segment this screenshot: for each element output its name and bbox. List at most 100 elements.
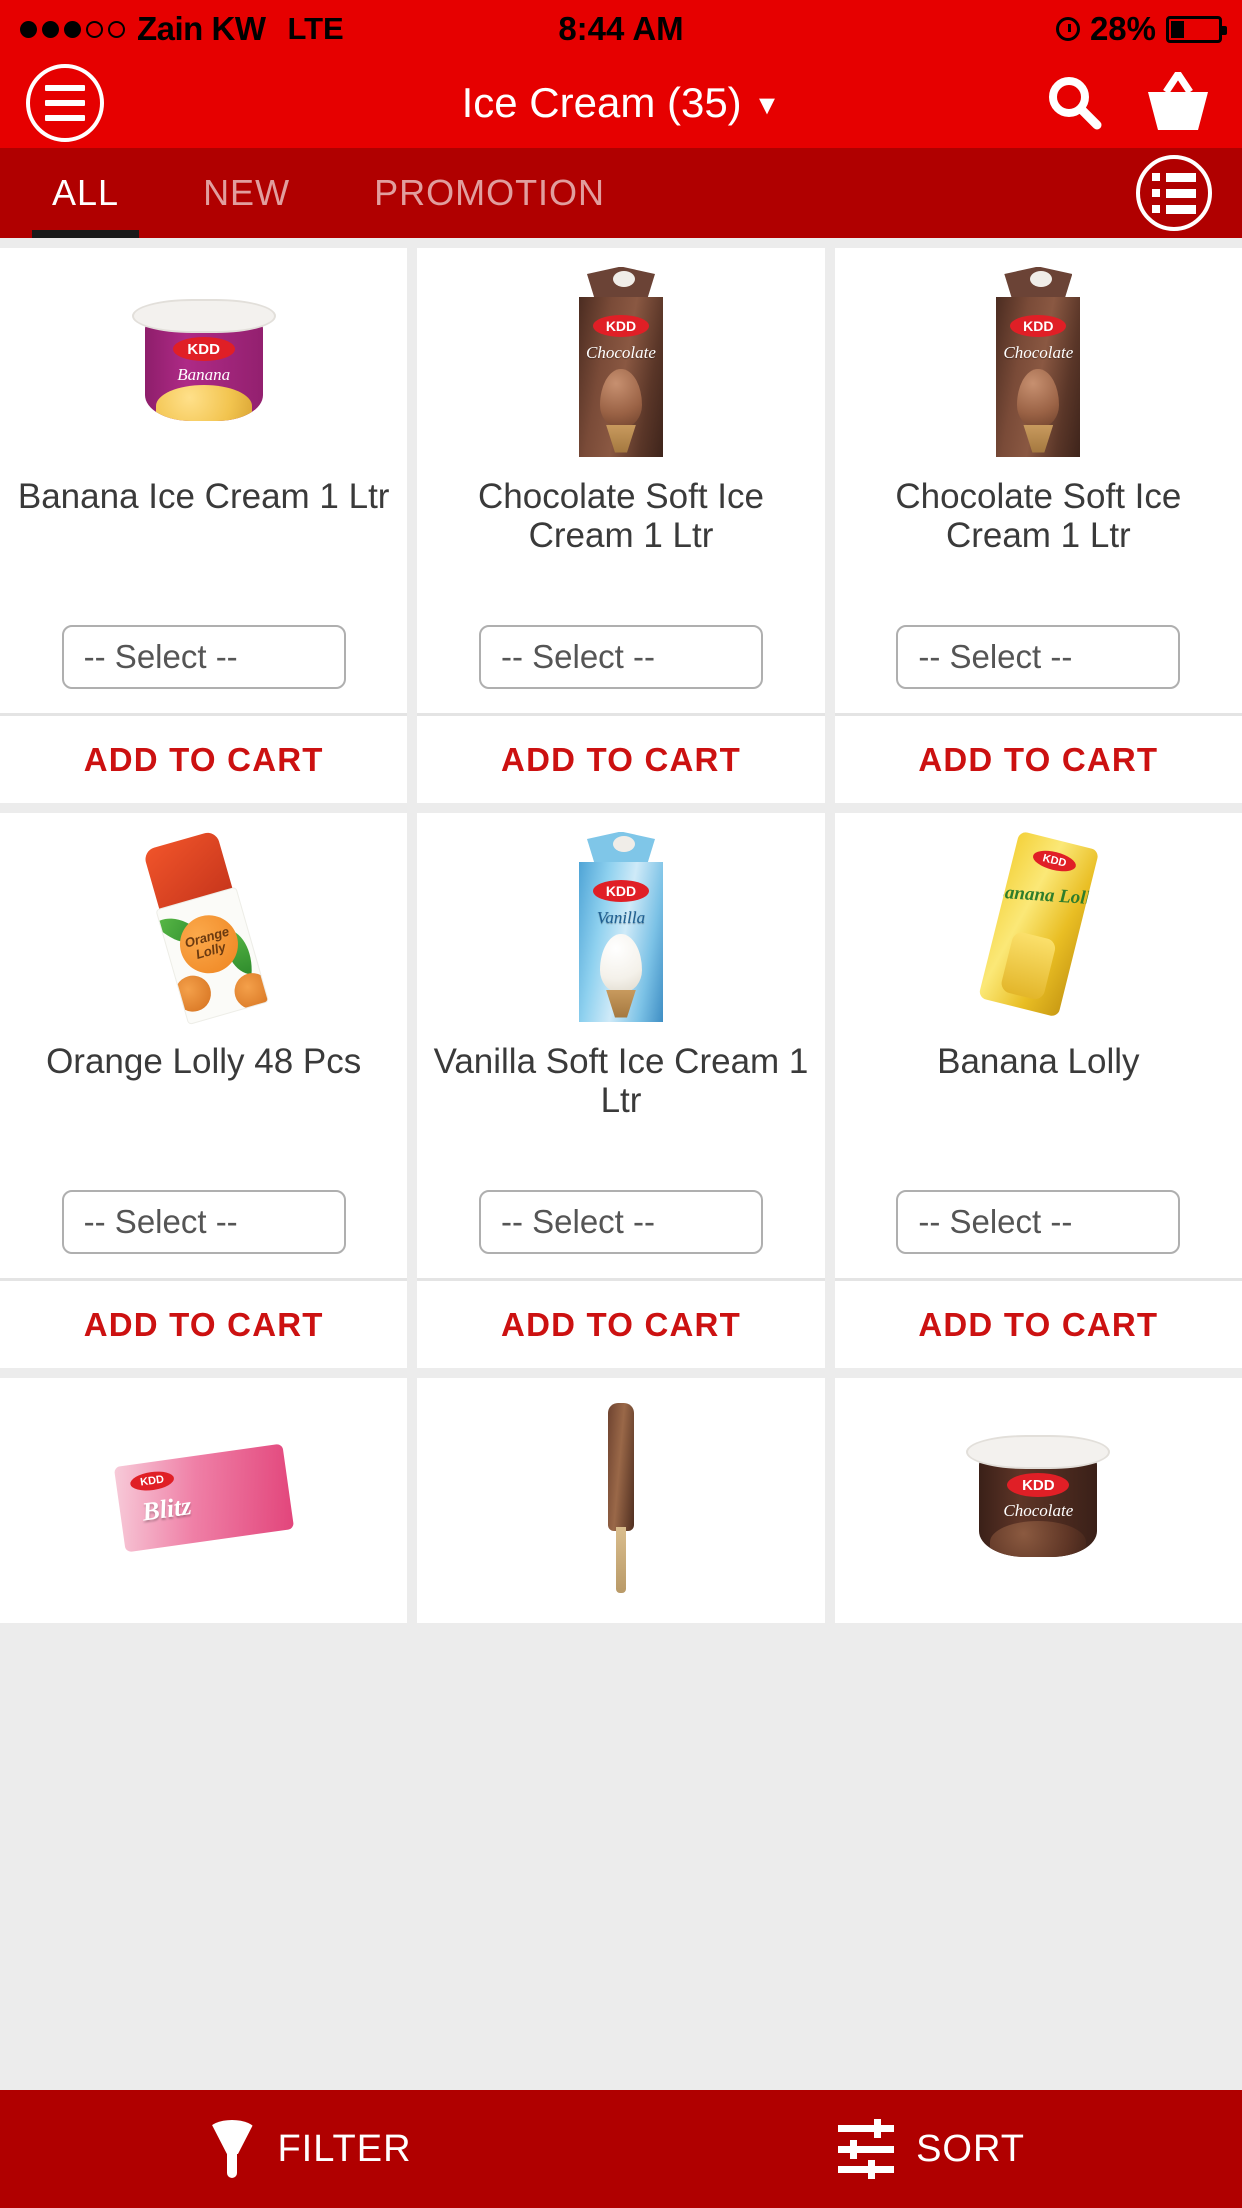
- kdd-logo: KDD: [1007, 1473, 1070, 1497]
- sort-button[interactable]: SORT: [621, 2119, 1242, 2179]
- product-card-body: KDD Blitz: [0, 1378, 407, 1623]
- variant-select[interactable]: -- Select --: [896, 625, 1181, 689]
- product-art-label: Blitz: [140, 1490, 193, 1527]
- add-to-cart-button[interactable]: ADD TO CART: [0, 713, 408, 803]
- add-to-cart-label: ADD TO CART: [918, 740, 1159, 778]
- funnel-icon: [209, 2120, 256, 2178]
- product-card-body: KDD Banana Lolly Banana Lolly -- Select …: [835, 813, 1242, 1278]
- filter-label: FILTER: [277, 2127, 412, 2170]
- status-bar: Zain KW LTE 8:44 AM 28%: [0, 0, 1242, 58]
- product-name: Chocolate Soft Ice Cream 1 Ltr: [477, 477, 764, 556]
- product-image-vanilla-soft-ice-cream: KDD Vanilla: [431, 829, 810, 1024]
- variant-select[interactable]: -- Select --: [478, 1190, 763, 1254]
- sliders-icon: [838, 2119, 895, 2179]
- tab-promotion-label: PROMOTION: [374, 172, 606, 213]
- product-card[interactable]: KDD Banana Lolly Banana Lolly -- Select …: [834, 813, 1242, 1368]
- product-card-body: KDD Chocolate Chocolate Soft Ice Cream 1…: [417, 248, 824, 713]
- battery-percent: 28%: [1089, 10, 1156, 47]
- variant-select-value: -- Select --: [918, 638, 1073, 675]
- product-name: Vanilla Soft Ice Cream 1 Ltr: [433, 1042, 809, 1121]
- flavour-text: Chocolate: [1003, 342, 1074, 362]
- add-to-cart-button[interactable]: ADD TO CART: [417, 1278, 825, 1368]
- variant-select[interactable]: -- Select --: [61, 1190, 346, 1254]
- product-card-body: KDD Chocolate Chocolate Soft Ice Cream 1…: [835, 248, 1242, 713]
- product-card[interactable]: KDD Banana Banana Ice Cream 1 Ltr -- Sel…: [0, 248, 408, 803]
- hamburger-icon[interactable]: [26, 64, 104, 142]
- product-card-body: [417, 1378, 824, 1623]
- kdd-logo: KDD: [1031, 846, 1079, 875]
- list-view-icon[interactable]: [1136, 155, 1212, 231]
- add-to-cart-label: ADD TO CART: [501, 740, 741, 778]
- add-to-cart-label: ADD TO CART: [83, 1305, 324, 1343]
- kdd-logo: KDD: [172, 337, 235, 361]
- tab-new[interactable]: NEW: [161, 148, 332, 238]
- product-image-chocolate-soft-ice-cream: KDD Chocolate: [431, 264, 810, 459]
- add-to-cart-label: ADD TO CART: [501, 1305, 741, 1343]
- tab-all-label: ALL: [52, 172, 120, 213]
- tab-new-label: NEW: [203, 172, 291, 213]
- product-card[interactable]: KDD Vanilla Vanilla Soft Ice Cream 1 Ltr…: [417, 813, 825, 1368]
- flavour-text: Chocolate: [586, 342, 656, 362]
- lolly-label: Banana Lolly: [991, 880, 1100, 910]
- battery-icon: [1166, 15, 1227, 43]
- product-card-body: Orange Lolly Orange Lolly 48 Pcs -- Sele…: [0, 813, 407, 1278]
- tab-promotion[interactable]: PROMOTION: [332, 148, 647, 238]
- carrier-name: Zain KW: [137, 10, 266, 47]
- product-image-blitz-bar: KDD Blitz: [14, 1400, 393, 1595]
- product-card[interactable]: KDD Chocolate Chocolate Soft Ice Cream 1…: [834, 248, 1242, 803]
- product-card-body: KDD Chocolate: [835, 1378, 1242, 1623]
- variant-select-value: -- Select --: [500, 638, 655, 675]
- status-bar-left: Zain KW LTE: [20, 10, 344, 48]
- lolly-badge: Orange Lolly: [172, 907, 245, 980]
- product-name: Banana Ice Cream 1 Ltr: [17, 477, 390, 516]
- add-to-cart-button[interactable]: ADD TO CART: [0, 1278, 408, 1368]
- tab-all[interactable]: ALL: [10, 148, 161, 238]
- chevron-down-icon: ▼: [753, 89, 781, 120]
- basket-icon[interactable]: [1140, 72, 1216, 134]
- network-type: LTE: [287, 11, 344, 46]
- product-image-banana-ice-cream: KDD Banana: [14, 264, 393, 459]
- variant-select[interactable]: -- Select --: [61, 625, 346, 689]
- product-card[interactable]: KDD Chocolate Chocolate Soft Ice Cream 1…: [417, 248, 825, 803]
- product-card-body: KDD Banana Banana Ice Cream 1 Ltr -- Sel…: [0, 248, 407, 713]
- bottom-action-bar: FILTER SORT: [0, 2090, 1242, 2208]
- product-image-choco-stick: [431, 1400, 810, 1595]
- add-to-cart-label: ADD TO CART: [918, 1305, 1159, 1343]
- product-image-chocolate-soft-ice-cream: KDD Chocolate: [849, 264, 1228, 459]
- product-grid: KDD Banana Banana Ice Cream 1 Ltr -- Sel…: [0, 238, 1242, 1623]
- signal-strength-icon: [20, 20, 125, 38]
- page-title: Ice Cream (35): [461, 79, 742, 126]
- product-card[interactable]: [417, 1378, 825, 1623]
- header-actions: [1042, 71, 1216, 135]
- variant-select-value: -- Select --: [83, 1203, 238, 1240]
- product-card[interactable]: Orange Lolly Orange Lolly 48 Pcs -- Sele…: [0, 813, 408, 1368]
- variant-select-value: -- Select --: [83, 638, 238, 675]
- kdd-logo: KDD: [128, 1468, 175, 1493]
- app-header: Ice Cream (35) ▼: [0, 58, 1242, 148]
- status-bar-right: 28%: [1055, 10, 1227, 48]
- sort-label: SORT: [916, 2127, 1025, 2170]
- flavour-text: Chocolate: [1003, 1501, 1074, 1520]
- kdd-logo: KDD: [1010, 314, 1067, 337]
- product-name: Orange Lolly 48 Pcs: [46, 1042, 362, 1081]
- add-to-cart-button[interactable]: ADD TO CART: [834, 713, 1242, 803]
- add-to-cart-button[interactable]: ADD TO CART: [834, 1278, 1242, 1368]
- product-image-banana-lolly: KDD Banana Lolly: [849, 829, 1228, 1024]
- flavour-text: Banana: [177, 365, 231, 384]
- product-image-chocolate-tub: KDD Chocolate: [849, 1400, 1228, 1595]
- filter-button[interactable]: FILTER: [0, 2120, 621, 2178]
- kdd-logo: KDD: [592, 314, 649, 337]
- product-image-orange-lolly: Orange Lolly: [14, 829, 393, 1025]
- product-card[interactable]: KDD Blitz: [0, 1378, 408, 1623]
- add-to-cart-button[interactable]: ADD TO CART: [417, 713, 825, 803]
- flavour-text: Vanilla: [596, 907, 646, 927]
- variant-select-value: -- Select --: [918, 1203, 1073, 1240]
- variant-select[interactable]: -- Select --: [896, 1190, 1181, 1254]
- search-icon[interactable]: [1042, 71, 1106, 135]
- alarm-icon: [1055, 17, 1080, 41]
- product-name: Banana Lolly: [937, 1042, 1140, 1081]
- product-card-body: KDD Vanilla Vanilla Soft Ice Cream 1 Ltr…: [417, 813, 824, 1278]
- kdd-logo: KDD: [592, 879, 649, 902]
- product-card[interactable]: KDD Chocolate: [834, 1378, 1242, 1623]
- variant-select[interactable]: -- Select --: [478, 625, 763, 689]
